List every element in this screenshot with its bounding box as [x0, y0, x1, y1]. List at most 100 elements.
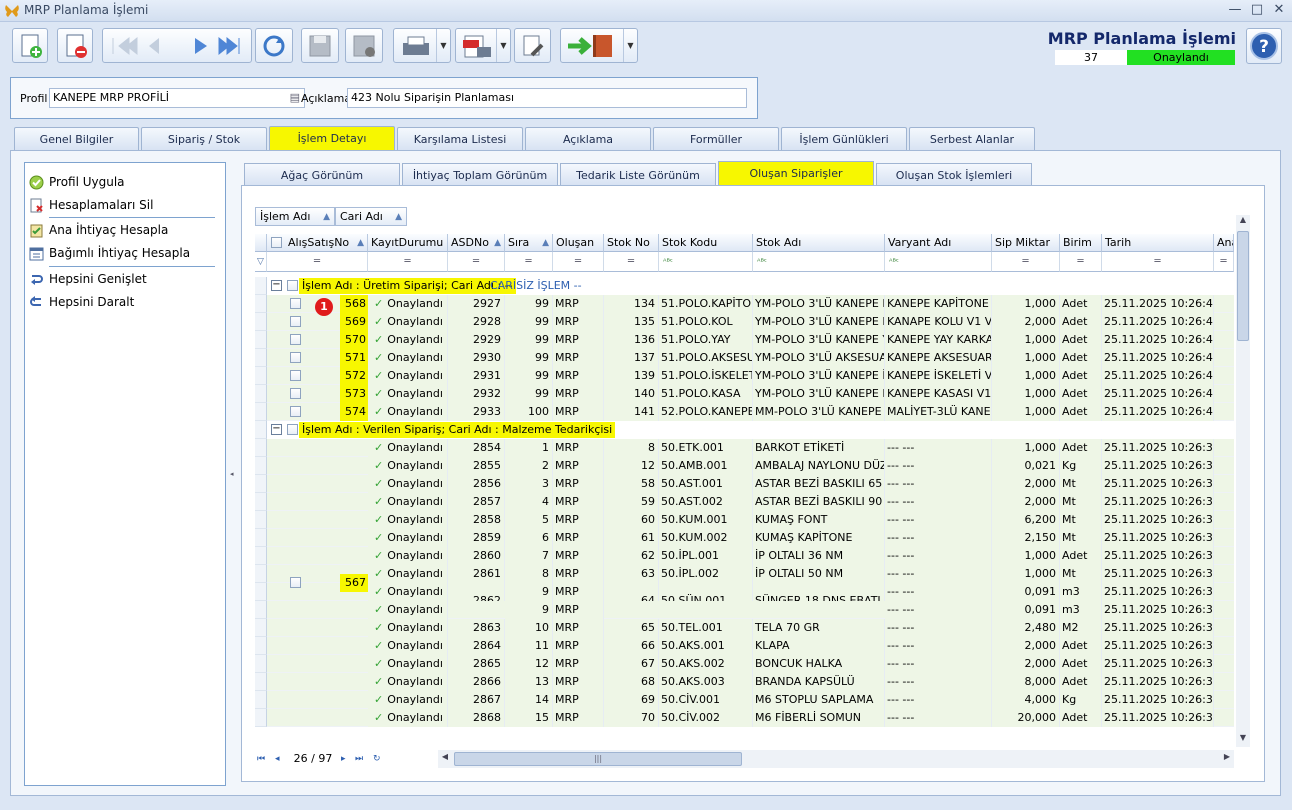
row-indicator[interactable] [255, 655, 267, 673]
cell-stokno: 136 [604, 331, 659, 349]
status-text: Onaylandı [387, 477, 443, 490]
row-indicator[interactable] [255, 511, 267, 529]
row-indicator[interactable] [255, 385, 267, 403]
cell-olusan: MRP [553, 673, 604, 691]
cell-tarih: 25.11.2025 10:26:32 [1102, 475, 1214, 493]
collapse-icon[interactable]: − [271, 424, 282, 435]
cell-tarih: 25.11.2025 10:26:32 [1102, 511, 1214, 529]
next-record-icon[interactable]: ▸ [341, 750, 346, 768]
cell-miktar: 2,000 [992, 475, 1060, 493]
cell-sira: 15 [505, 709, 553, 727]
row-indicator[interactable] [255, 547, 267, 565]
cell-birim: Adet [1060, 367, 1102, 385]
cell-tarih: 25.11.2025 10:26:32 [1102, 439, 1214, 457]
cell-sira: 99 [505, 349, 553, 367]
row-checkbox[interactable] [290, 298, 301, 309]
row-indicator[interactable] [255, 673, 267, 691]
cell-olusan: MRP [553, 313, 604, 331]
cell-birim: Adet [1060, 313, 1102, 331]
scroll-down-icon[interactable]: ▼ [1236, 733, 1250, 747]
row-indicator[interactable] [255, 565, 267, 583]
group-checkbox[interactable] [287, 280, 298, 291]
scroll-right-icon[interactable]: ▶ [1220, 752, 1234, 761]
approved-check-icon: ✓ [374, 639, 384, 652]
row-indicator[interactable] [255, 583, 267, 601]
cell-sira: 2 [505, 457, 553, 475]
row-indicator[interactable] [255, 529, 267, 547]
row-checkbox[interactable] [290, 388, 301, 399]
status-text: Onaylandı [387, 693, 443, 706]
cell-miktar: 1,000 [992, 565, 1060, 583]
row-indicator[interactable] [255, 619, 267, 637]
group-checkbox[interactable] [287, 424, 298, 435]
cell-miktar: 2,000 [992, 313, 1060, 331]
cell-stokno: 59 [604, 493, 659, 511]
row-checkbox[interactable] [290, 316, 301, 327]
cell-stokno: 8 [604, 439, 659, 457]
row-indicator[interactable] [255, 601, 267, 619]
row-checkbox[interactable] [290, 334, 301, 345]
approved-check-icon: ✓ [374, 513, 384, 526]
group-row[interactable]: − İşlem Adı : Üretim Siparişi; Cari Adı :… [267, 277, 1234, 295]
cell-stokno: 140 [604, 385, 659, 403]
last-record-icon[interactable]: ⏭ [355, 750, 363, 768]
cell-kod: 50.AMB.001 [659, 457, 753, 475]
row-indicator[interactable] [255, 331, 267, 349]
row-indicator[interactable] [255, 295, 267, 313]
cell-stokno: 69 [604, 691, 659, 709]
row-indicator[interactable] [255, 439, 267, 457]
status-text: Onaylandı [387, 351, 443, 364]
approved-check-icon: ✓ [374, 333, 384, 346]
refresh-records-icon[interactable]: ↻ [373, 750, 381, 768]
row-indicator[interactable] [255, 637, 267, 655]
row-indicator[interactable] [255, 475, 267, 493]
approved-check-icon: ✓ [374, 405, 384, 418]
cell-varyant: --- --- [885, 529, 992, 547]
row-indicator[interactable] [255, 691, 267, 709]
row-checkbox[interactable] [290, 370, 301, 381]
cell-miktar: 1,000 [992, 367, 1060, 385]
cell-asd: 2865 [448, 655, 505, 673]
vertical-scroll-thumb[interactable] [1237, 231, 1249, 341]
horizontal-scrollbar[interactable]: ◀ ||| ▶ [438, 750, 1234, 768]
row-indicator[interactable] [255, 349, 267, 367]
cell-kod: 50.CİV.002 [659, 709, 753, 727]
prev-record-icon[interactable]: ◂ [275, 750, 280, 768]
cell-ad: ASTAR BEZİ BASKILI 90 [753, 493, 885, 511]
first-record-icon[interactable]: ⏮ [257, 750, 265, 768]
cell-asd: 2932 [448, 385, 505, 403]
cell-kod: 50.AST.002 [659, 493, 753, 511]
row-checkbox[interactable] [290, 406, 301, 417]
row-indicator[interactable] [255, 493, 267, 511]
row-checkbox[interactable] [290, 352, 301, 363]
alissatisno-cell: 571 [340, 349, 368, 367]
collapse-icon[interactable]: − [271, 280, 282, 291]
cell-varyant: --- --- [885, 583, 992, 601]
cell-kod: 51.POLO.YAY [659, 331, 753, 349]
alissatisno-cell: 570 [340, 331, 368, 349]
scroll-left-icon[interactable]: ◀ [438, 752, 452, 761]
row-indicator[interactable] [255, 403, 267, 421]
cell-sira: 10 [505, 619, 553, 637]
scroll-up-icon[interactable]: ▲ [1236, 215, 1250, 229]
row-indicator[interactable] [255, 709, 267, 727]
cell-ad: YM-POLO 3'LÜ KANEPE KAPİTONE [753, 295, 885, 313]
cell-sira: 100 [505, 403, 553, 421]
horizontal-scroll-thumb[interactable]: ||| [454, 752, 742, 766]
group-row[interactable]: − İşlem Adı : Verilen Sipariş; Cari Adı :… [267, 421, 1234, 439]
cell-birim: Adet [1060, 349, 1102, 367]
row-checkbox[interactable] [290, 577, 301, 588]
approved-check-icon: ✓ [374, 459, 384, 472]
vertical-scrollbar[interactable]: ▲ ▼ [1236, 215, 1250, 747]
approved-check-icon: ✓ [374, 387, 384, 400]
cell-olusan: MRP [553, 493, 604, 511]
cell-miktar: 1,000 [992, 349, 1060, 367]
row-indicator[interactable] [255, 313, 267, 331]
row-indicator[interactable] [255, 457, 267, 475]
cell-birim: Adet [1060, 331, 1102, 349]
row-indicator[interactable] [255, 367, 267, 385]
cell-varyant: KANEPE İSKELETİ V1 Varyant [885, 367, 992, 385]
cell-sira: 14 [505, 691, 553, 709]
cell-sira: 8 [505, 565, 553, 583]
cell-olusan: MRP [553, 583, 604, 601]
